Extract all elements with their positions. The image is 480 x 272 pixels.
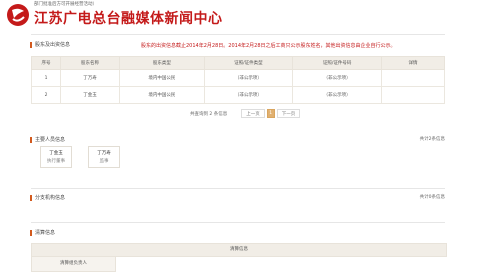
shareholder-table: 序号 股东名称 股东类型 证照/证件类型 证照/证件号码 详情 1 丁万寿 境内… bbox=[31, 56, 445, 104]
shareholder-notice: 股东的出资信息截止2014年2月28日。2014年2月28日之后工商只公示股东姓… bbox=[141, 43, 396, 49]
col-header: 证照/证件类型 bbox=[203, 56, 294, 70]
person-name: 丁万寿 bbox=[97, 151, 111, 156]
person-role: 执行董事 bbox=[47, 159, 65, 164]
person-card: 丁金玉 执行董事 bbox=[40, 146, 72, 168]
cell-index: 1 bbox=[31, 69, 61, 87]
pagination: 共查询到 2 条信息 上一页 1 下一页 bbox=[190, 109, 302, 118]
section-bar-icon bbox=[30, 41, 32, 48]
section-branches: 分支机构信息 bbox=[30, 194, 65, 201]
cell-detail[interactable] bbox=[381, 69, 445, 87]
col-header: 序号 bbox=[31, 56, 61, 70]
section-shareholders: 股东及出资信息 bbox=[30, 41, 70, 48]
section-bar-icon bbox=[30, 136, 32, 143]
prev-page-button[interactable]: 上一页 bbox=[241, 109, 265, 118]
section-divider bbox=[31, 188, 445, 189]
person-card: 丁万寿 监事 bbox=[88, 146, 120, 168]
section-title: 清算信息 bbox=[35, 230, 56, 236]
liquidation-table-header: 清算信息 bbox=[31, 243, 447, 257]
person-name: 丁金玉 bbox=[49, 151, 63, 156]
section-title: 分支机构信息 bbox=[35, 195, 66, 201]
cell-id-number: （非公示项） bbox=[292, 69, 382, 87]
cell-id-number: （非公示项） bbox=[292, 86, 382, 104]
top-note: 部门批准后方可开展经营活动） bbox=[34, 2, 97, 7]
header-divider bbox=[31, 34, 445, 35]
cell-name: 丁金玉 bbox=[59, 86, 121, 104]
cell-name: 丁万寿 bbox=[59, 69, 121, 87]
cell-id-type: （非公示项） bbox=[203, 86, 294, 104]
current-page-button[interactable]: 1 bbox=[266, 109, 275, 118]
col-header: 详情 bbox=[381, 56, 445, 70]
table-row: 2 丁金玉 境内中国公民 （非公示项） （非公示项） bbox=[31, 86, 445, 104]
jsbc-logo-icon bbox=[6, 3, 30, 27]
section-bar-icon bbox=[30, 194, 32, 201]
section-bar-icon bbox=[30, 229, 32, 236]
cell-type: 境内中国公民 bbox=[119, 69, 205, 87]
table-header-row: 序号 股东名称 股东类型 证照/证件类型 证照/证件号码 详情 bbox=[31, 56, 445, 70]
cell-id-type: （非公示项） bbox=[203, 69, 294, 87]
section-personnel: 主要人员信息 bbox=[30, 136, 65, 143]
col-header: 股东名称 bbox=[59, 56, 121, 70]
section-title: 股东及出资信息 bbox=[35, 42, 71, 48]
section-divider bbox=[31, 222, 445, 223]
personnel-count: 共计2条信息 bbox=[419, 137, 445, 142]
person-role: 监事 bbox=[99, 159, 109, 164]
section-title: 主要人员信息 bbox=[35, 137, 66, 143]
table-row: 1 丁万寿 境内中国公民 （非公示项） （非公示项） bbox=[31, 69, 445, 87]
cell-detail[interactable] bbox=[381, 86, 445, 104]
branches-count: 共计0条信息 bbox=[419, 195, 445, 200]
cell-type: 境内中国公民 bbox=[119, 86, 205, 104]
cell-index: 2 bbox=[31, 86, 61, 104]
col-header: 证照/证件号码 bbox=[292, 56, 382, 70]
next-page-button[interactable]: 下一页 bbox=[276, 109, 301, 118]
col-header: 股东类型 bbox=[119, 56, 205, 70]
section-liquidation: 清算信息 bbox=[30, 229, 55, 236]
pager-total: 共查询到 2 条信息 bbox=[190, 111, 228, 117]
brand-title: 江苏广电总台融媒体新闻中心 bbox=[34, 11, 223, 27]
